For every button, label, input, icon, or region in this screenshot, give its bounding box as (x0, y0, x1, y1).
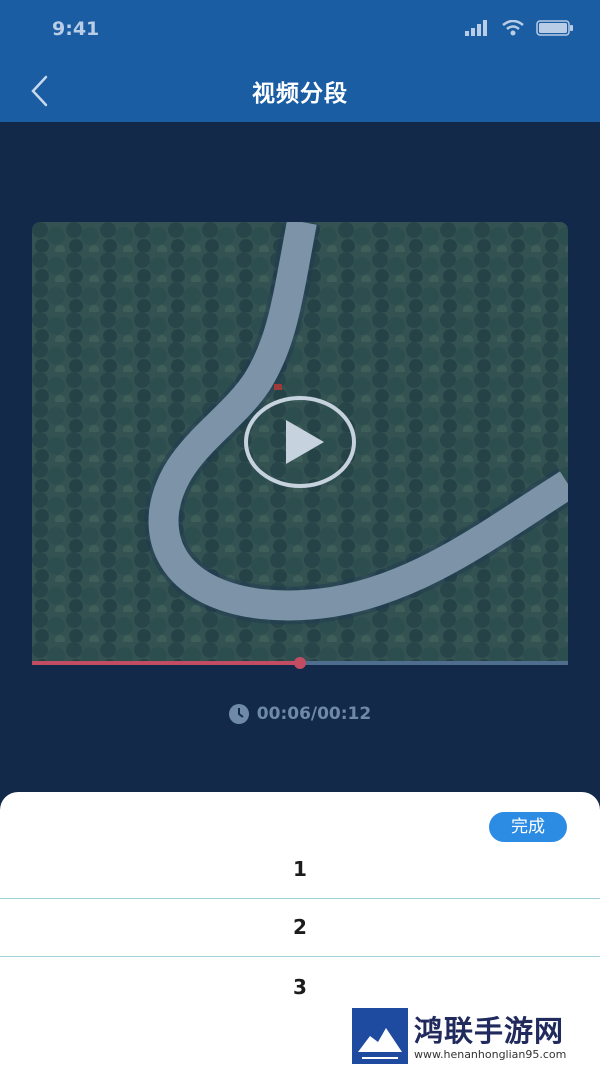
status-bar: 9:41 (0, 0, 600, 60)
watermark-logo-icon (352, 1008, 408, 1064)
time-readout: 00:06/00:12 (256, 704, 372, 724)
progress-thumb[interactable] (294, 657, 306, 669)
status-time: 9:41 (52, 18, 100, 40)
battery-icon (536, 20, 573, 36)
clock-icon (228, 704, 249, 724)
wifi-icon (502, 20, 524, 36)
divider (0, 956, 600, 957)
progress-fill (32, 661, 300, 665)
watermark-url: www.henanhonglian95.com (414, 1048, 567, 1061)
site-watermark: 鸿联手游网 www.henanhonglian95.com (352, 1008, 592, 1064)
play-icon[interactable] (242, 394, 358, 490)
segment-option-2[interactable]: 2 (0, 899, 600, 956)
done-button[interactable]: 完成 (489, 812, 567, 842)
segment-option-1[interactable]: 1 (0, 841, 600, 898)
video-progress-bar[interactable] (32, 657, 568, 669)
video-player[interactable] (32, 222, 568, 664)
page-title: 视频分段 (252, 81, 348, 107)
watermark-title: 鸿联手游网 (414, 1014, 565, 1048)
signal-icon (465, 20, 487, 36)
nav-bar: 视频分段 (0, 60, 600, 122)
status-icons (464, 20, 574, 36)
video-time: 00:06/00:12 (0, 704, 600, 724)
